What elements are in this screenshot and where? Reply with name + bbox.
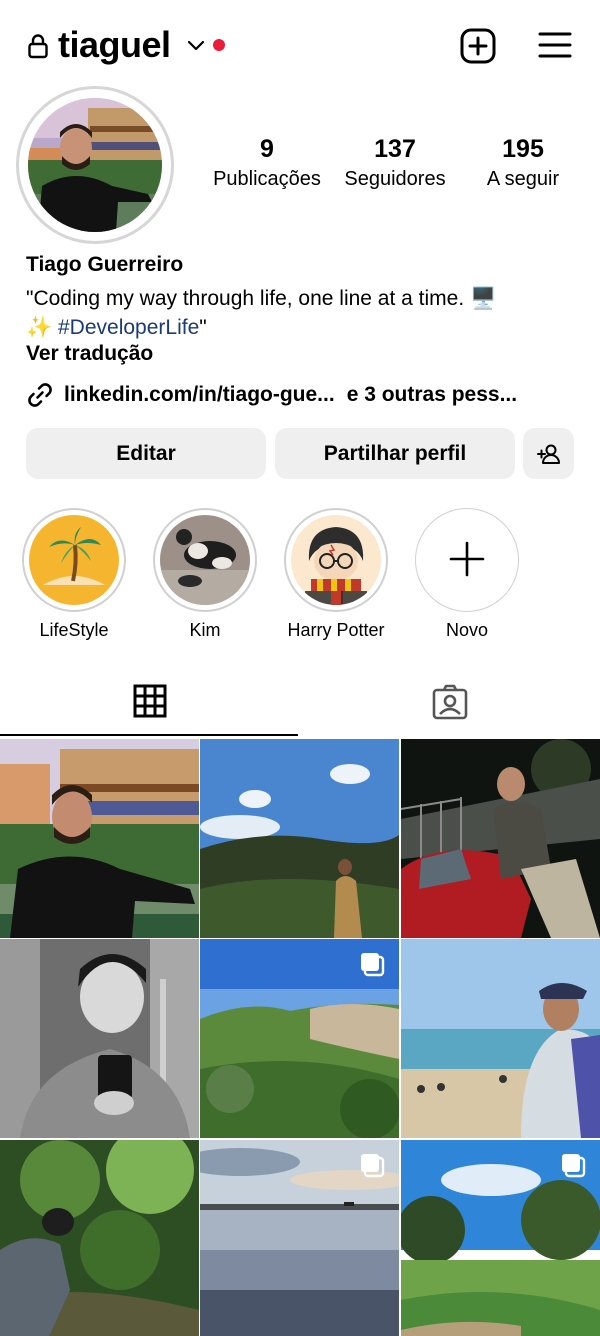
harry-potter-icon [291,515,381,605]
followers-label: Seguidores [344,168,446,190]
add-user-icon [536,444,560,464]
stat-posts[interactable]: 9 Publicações [202,133,332,193]
highlight-new[interactable]: Novo [415,508,519,641]
profile-link[interactable]: linkedin.com/in/tiago-gue... [64,383,335,407]
hamburger-menu-icon[interactable] [538,30,572,60]
bio-line-1: "Coding my way through life, one line at… [26,287,497,310]
profile-name: Tiago Guerreiro [26,253,184,276]
see-translation-link[interactable]: Ver tradução [26,342,153,366]
post-thumbnail[interactable] [0,739,199,938]
following-label: A seguir [486,168,560,190]
highlight-cover [160,515,250,605]
tab-tagged[interactable] [300,670,600,736]
post-thumbnail[interactable] [401,1140,600,1336]
post-thumbnail[interactable] [200,1140,399,1336]
post-thumbnail[interactable] [401,739,600,938]
highlight-label: Harry Potter [287,620,385,640]
post-thumbnail[interactable] [0,1140,199,1336]
highlight-kim[interactable]: Kim [153,508,257,641]
highlight-label: Kim [189,620,221,640]
posts-count: 9 [260,135,274,163]
stat-followers[interactable]: 137 Seguidores [330,133,460,193]
highlight-harry-potter[interactable]: Harry Potter [284,508,388,641]
highlight-label: LifeStyle [39,620,109,640]
highlight-cover [29,515,119,605]
profile-links-row[interactable]: linkedin.com/in/tiago-gue... e 3 outras … [26,380,517,410]
following-count: 195 [502,135,544,163]
active-tab-indicator [0,734,298,736]
bio-line-2: ✨ #DeveloperLife" [26,313,586,342]
discover-people-button[interactable] [523,428,574,479]
profile-bio: "Coding my way through life, one line at… [26,284,586,342]
highlight-lifestyle[interactable]: LifeStyle [22,508,126,641]
username-title[interactable]: tiaguel [58,24,171,66]
multiple-photos-icon [361,1154,385,1178]
avatar-photo [28,98,162,232]
bio-sparkles: ✨ [26,316,58,339]
tagged-icon [432,684,468,720]
palm-island-icon [29,515,119,605]
edit-profile-button[interactable]: Editar [26,428,266,479]
notification-dot [213,39,225,51]
stat-following[interactable]: 195 A seguir [458,133,588,193]
bio-quote-end: " [199,316,207,339]
post-thumbnail[interactable] [200,739,399,938]
grid-icon [133,684,167,718]
dog-photo [160,515,250,605]
followers-count: 137 [374,135,416,163]
tab-posts-grid[interactable] [0,670,298,736]
share-profile-button[interactable]: Partilhar perfil [275,428,515,479]
multiple-photos-icon [562,1154,586,1178]
profile-avatar[interactable] [16,86,174,244]
chevron-down-icon[interactable] [186,36,206,56]
posts-label: Publicações [213,168,321,190]
link-icon [28,383,52,407]
profile-header: tiaguel [0,0,600,92]
lock-icon [28,34,48,59]
post-thumbnail[interactable] [0,939,199,1138]
highlight-label: Novo [445,620,489,640]
post-thumbnail[interactable] [200,939,399,1138]
other-links[interactable]: e 3 outras pess... [347,383,517,407]
post-thumbnail[interactable] [401,939,600,1138]
add-post-icon[interactable] [460,28,496,64]
bio-hashtag-link[interactable]: #DeveloperLife [58,316,199,339]
highlight-cover [291,515,381,605]
multiple-photos-icon [361,953,385,977]
plus-icon [449,541,485,577]
